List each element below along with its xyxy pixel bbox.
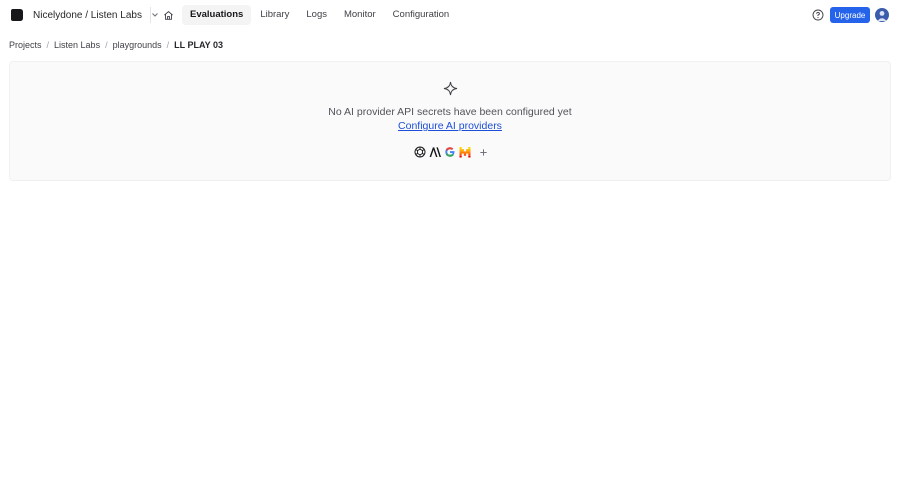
user-avatar[interactable]: [875, 8, 889, 22]
empty-state-panel: No AI provider API secrets have been con…: [9, 61, 891, 181]
breadcrumb-playgrounds[interactable]: playgrounds: [113, 40, 162, 50]
breadcrumb-projects[interactable]: Projects: [9, 40, 42, 50]
openai-icon: [414, 146, 426, 158]
nav-evaluations[interactable]: Evaluations: [182, 5, 252, 25]
breadcrumb-separator: /: [105, 40, 108, 50]
home-button[interactable]: [160, 7, 176, 23]
plus-icon: [479, 148, 487, 156]
header-divider: [150, 7, 151, 23]
chevron-down-icon: [152, 13, 158, 17]
nav-logs[interactable]: Logs: [298, 5, 335, 25]
breadcrumb: Projects / Listen Labs / playgrounds / L…: [9, 39, 223, 51]
main-nav: Evaluations Library Logs Monitor Configu…: [182, 5, 458, 25]
breadcrumb-current: LL PLAY 03: [174, 40, 224, 50]
org-project-switcher[interactable]: Nicelydone / Listen Labs: [33, 7, 160, 23]
org-switcher-label: Nicelydone / Listen Labs: [33, 9, 142, 21]
nav-configuration[interactable]: Configuration: [385, 5, 458, 25]
breadcrumb-separator: /: [46, 40, 50, 50]
nav-library[interactable]: Library: [252, 5, 297, 25]
logo-icon[interactable]: [10, 8, 24, 22]
upgrade-button[interactable]: Upgrade: [830, 7, 870, 23]
anthropic-icon: [429, 147, 441, 157]
help-circle-icon[interactable]: [812, 9, 824, 21]
breadcrumb-separator: /: [166, 40, 170, 50]
sparkle-icon: [443, 81, 458, 96]
home-icon: [163, 10, 173, 20]
configure-link-wrapper: Configure AI providers: [10, 120, 890, 132]
top-navigation-bar: Nicelydone / Listen Labs Evaluations Lib…: [0, 0, 900, 30]
google-icon: [445, 147, 455, 157]
breadcrumb-project[interactable]: Listen Labs: [54, 40, 100, 50]
user-avatar-icon: [877, 11, 887, 21]
mistral-icon: [459, 147, 471, 158]
configure-ai-providers-link[interactable]: Configure AI providers: [398, 120, 502, 132]
add-provider-button[interactable]: [475, 144, 491, 160]
provider-icons: [414, 144, 491, 160]
empty-state-message: No AI provider API secrets have been con…: [328, 106, 572, 118]
nav-monitor[interactable]: Monitor: [336, 5, 384, 25]
